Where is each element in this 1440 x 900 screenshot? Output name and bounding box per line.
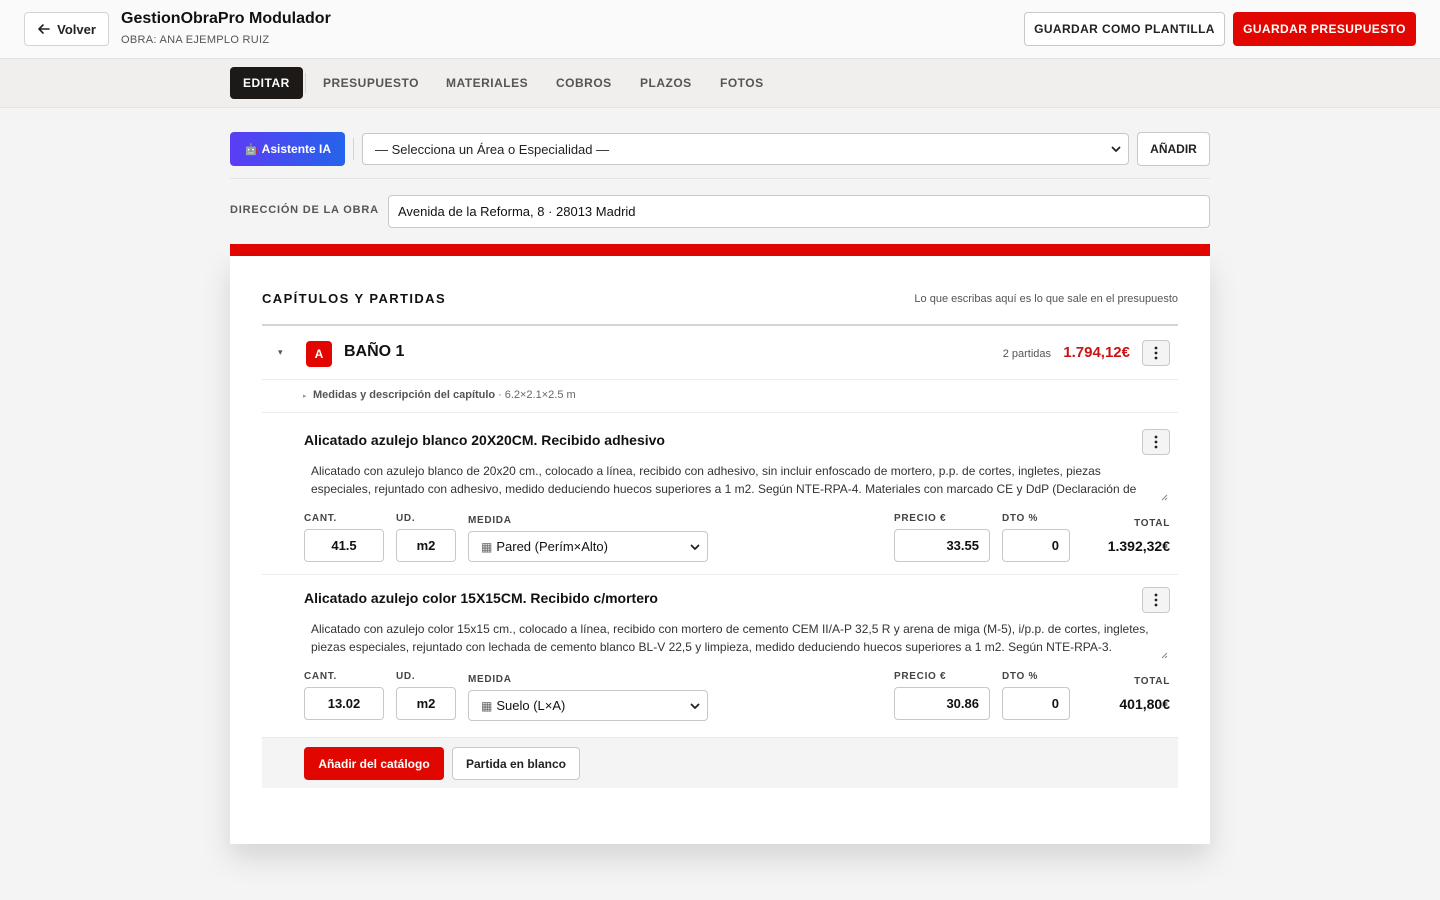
- partida-title: Alicatado azulejo blanco 20X20CM. Recibi…: [304, 432, 665, 448]
- measures-label: Medidas y descripción del capítulo: [313, 389, 496, 401]
- ud-label: UD.: [396, 513, 416, 524]
- partida-row: Alicatado azulejo blanco 20X20CM. Recibi…: [262, 413, 1178, 575]
- ai-label: Asistente IA: [261, 142, 332, 156]
- cant-input[interactable]: 41.5: [304, 529, 384, 562]
- dto-label: DTO %: [1002, 671, 1039, 682]
- medida-value: Pared (Perím×Alto): [496, 539, 608, 554]
- arrow-left-icon: [38, 24, 50, 34]
- blank-partida-button[interactable]: Partida en blanco: [452, 747, 580, 780]
- add-partida-row: Añadir del catálogo Partida en blanco: [262, 738, 1178, 788]
- cant-label: CANT.: [304, 671, 337, 682]
- chapter-badge: A: [306, 341, 332, 367]
- partida-description[interactable]: Alicatado con azulejo blanco de 20x20 cm…: [304, 463, 1168, 497]
- app-title: GestionObraPro Modulador: [121, 10, 331, 27]
- expand-icon: ▸: [303, 393, 307, 400]
- precio-label: PRECIO €: [894, 671, 947, 682]
- toolbar-separator: [353, 138, 354, 160]
- chevron-down-icon: [690, 703, 700, 709]
- measures-dims: · 6.2×2.1×2.5 m: [498, 389, 576, 401]
- medida-label: MEDIDA: [468, 674, 512, 685]
- add-area-button[interactable]: AÑADIR: [1137, 132, 1210, 166]
- resize-handle-icon[interactable]: [1161, 652, 1168, 659]
- more-vertical-icon: [1154, 346, 1158, 360]
- save-budget-button[interactable]: GUARDAR PRESUPUESTO: [1233, 12, 1416, 46]
- tab-plazos[interactable]: PLAZOS: [627, 67, 705, 99]
- medida-label: MEDIDA: [468, 515, 512, 526]
- area-select[interactable]: — Selecciona un Área o Especialidad —: [362, 133, 1129, 165]
- tab-cobros[interactable]: COBROS: [543, 67, 625, 99]
- collapse-toggle-icon[interactable]: ▾: [278, 347, 283, 358]
- more-vertical-icon: [1154, 593, 1158, 607]
- precio-input[interactable]: 33.55: [894, 529, 990, 562]
- grid-icon: ▦: [481, 539, 493, 554]
- top-bar: Volver GestionObraPro Modulador OBRA: AN…: [0, 0, 1440, 59]
- ud-input[interactable]: m2: [396, 529, 456, 562]
- ai-assistant-button[interactable]: 🤖 Asistente IA: [230, 132, 345, 166]
- medida-value: Suelo (L×A): [496, 698, 566, 713]
- partida-menu-button[interactable]: [1142, 587, 1170, 613]
- chapter-count: 2 partidas: [1002, 348, 1051, 360]
- chapter-total: 1.794,12€: [1063, 344, 1130, 361]
- precio-input[interactable]: 30.86: [894, 687, 990, 720]
- resize-handle-icon[interactable]: [1161, 494, 1168, 501]
- robot-icon: 🤖: [243, 143, 258, 156]
- add-from-catalog-button[interactable]: Añadir del catálogo: [304, 747, 444, 780]
- tab-separator: [305, 73, 306, 93]
- chapters-card: CAPÍTULOS Y PARTIDAS Lo que escribas aqu…: [230, 256, 1210, 844]
- medida-select[interactable]: ▦ Suelo (L×A): [468, 690, 708, 721]
- cant-label: CANT.: [304, 513, 337, 524]
- tab-presupuesto[interactable]: PRESUPUESTO: [310, 67, 432, 99]
- chapter-menu-button[interactable]: [1142, 340, 1170, 366]
- cant-input[interactable]: 13.02: [304, 687, 384, 720]
- back-label: Volver: [57, 21, 96, 37]
- save-template-button[interactable]: GUARDAR COMO PLANTILLA: [1024, 12, 1225, 46]
- ud-label: UD.: [396, 671, 416, 682]
- chapter-name: BAÑO 1: [344, 343, 405, 360]
- total-label: TOTAL: [1134, 518, 1170, 529]
- chevron-down-icon: [690, 544, 700, 550]
- card-accent-strip: [230, 244, 1210, 256]
- partida-row: Alicatado azulejo color 15X15CM. Recibid…: [262, 575, 1178, 738]
- partida-total: 1.392,32€: [1107, 538, 1170, 554]
- section-title: CAPÍTULOS Y PARTIDAS: [262, 291, 447, 306]
- total-label: TOTAL: [1134, 676, 1170, 687]
- tab-fotos[interactable]: FOTOS: [707, 67, 777, 99]
- medida-select[interactable]: ▦ Pared (Perím×Alto): [468, 531, 708, 562]
- partida-menu-button[interactable]: [1142, 429, 1170, 455]
- dto-input[interactable]: 0: [1002, 687, 1070, 720]
- section-hint: Lo que escribas aquí es lo que sale en e…: [914, 293, 1178, 305]
- tab-bar: EDITAR PRESUPUESTO MATERIALES COBROS PLA…: [0, 59, 1440, 108]
- ud-input[interactable]: m2: [396, 687, 456, 720]
- dto-label: DTO %: [1002, 513, 1039, 524]
- more-vertical-icon: [1154, 435, 1158, 449]
- chapter-measures-row[interactable]: ▸ Medidas y descripción del capítulo · 6…: [262, 380, 1178, 413]
- precio-label: PRECIO €: [894, 513, 947, 524]
- back-button[interactable]: Volver: [24, 12, 109, 46]
- tab-editar[interactable]: EDITAR: [230, 67, 303, 99]
- obra-subtitle: OBRA: ANA EJEMPLO RUIZ: [121, 34, 270, 46]
- partida-description[interactable]: Alicatado con azulejo color 15x15 cm., c…: [304, 621, 1168, 655]
- partida-total: 401,80€: [1119, 696, 1170, 712]
- grid-icon: ▦: [481, 698, 493, 713]
- area-select-value: — Selecciona un Área o Especialidad —: [375, 141, 610, 157]
- address-input[interactable]: Avenida de la Reforma, 8 · 28013 Madrid: [388, 195, 1210, 228]
- chapter-header[interactable]: ▾ A BAÑO 1 2 partidas 1.794,12€: [262, 326, 1178, 380]
- tab-materiales[interactable]: MATERIALES: [433, 67, 541, 99]
- chevron-down-icon: [1111, 146, 1121, 152]
- partida-title: Alicatado azulejo color 15X15CM. Recibid…: [304, 590, 658, 606]
- dto-input[interactable]: 0: [1002, 529, 1070, 562]
- address-label: DIRECCIÓN DE LA OBRA: [230, 204, 379, 216]
- divider: [230, 178, 1210, 179]
